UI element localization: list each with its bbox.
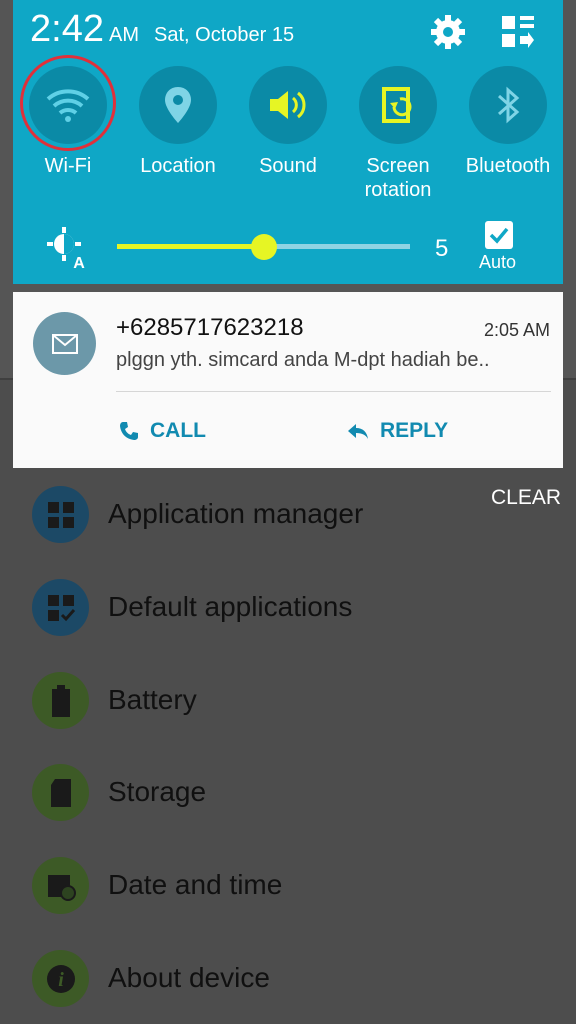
location-pin-icon xyxy=(139,66,217,144)
settings-item-default-applications[interactable]: Default applications xyxy=(0,563,576,653)
highlight-ring xyxy=(20,55,116,151)
settings-item-about-device[interactable]: i About device xyxy=(0,934,576,1024)
default-apps-icon xyxy=(32,579,89,636)
bluetooth-icon xyxy=(469,66,547,144)
quick-toggle-label: Sound xyxy=(259,155,317,177)
quick-toggle-bluetooth[interactable]: Bluetooth xyxy=(453,66,563,178)
status-time: 2:42 xyxy=(30,8,104,50)
notification-message: plggn yth. simcard anda M-dpt hadiah be.… xyxy=(116,349,490,371)
svg-text:A: A xyxy=(73,255,85,270)
quick-toggle-label: Location xyxy=(140,155,216,177)
settings-item-storage[interactable]: Storage xyxy=(0,748,576,838)
phone-icon xyxy=(120,422,138,440)
quick-toggle-location[interactable]: Location xyxy=(123,66,233,178)
settings-item-battery[interactable]: Battery xyxy=(0,656,576,746)
quick-toggle-label: Wi-Fi xyxy=(44,155,92,177)
sms-notification-card[interactable]: +6285717623218 2:05 AM plggn yth. simcar… xyxy=(13,292,563,468)
status-date: Sat, October 15 xyxy=(154,24,295,46)
call-button[interactable]: CALL xyxy=(118,419,206,443)
settings-item-label: About device xyxy=(108,962,270,993)
edit-grid-icon[interactable] xyxy=(498,12,538,52)
reply-button[interactable]: REPLY xyxy=(346,419,448,443)
quick-toggle-sound[interactable]: Sound xyxy=(233,66,343,178)
settings-gear-icon[interactable] xyxy=(428,12,468,52)
sd-card-icon xyxy=(32,764,89,821)
quick-toggle-label: Screen rotation xyxy=(364,155,432,201)
settings-item-application-manager[interactable]: Application manager xyxy=(0,470,576,560)
notification-divider xyxy=(116,391,551,392)
reply-button-label: REPLY xyxy=(380,419,449,442)
settings-item-label: Date and time xyxy=(108,869,283,900)
message-envelope-icon xyxy=(33,312,96,375)
notification-time: 2:05 AM xyxy=(483,320,550,340)
battery-icon xyxy=(32,672,89,729)
settings-item-label: Battery xyxy=(108,684,197,715)
reply-arrow-icon xyxy=(348,424,368,439)
settings-item-label: Application manager xyxy=(108,498,364,529)
brightness-auto-icon: A xyxy=(46,226,90,275)
status-ampm: AM xyxy=(109,24,139,46)
quick-toggle-screen-rotation[interactable]: Screen rotation xyxy=(343,66,453,202)
speaker-icon xyxy=(249,66,327,144)
clear-notifications-button[interactable]: CLEAR xyxy=(491,486,561,510)
settings-item-date-and-time[interactable]: Date and time xyxy=(0,841,576,931)
brightness-slider[interactable] xyxy=(117,234,410,260)
brightness-slider-fill xyxy=(117,244,264,249)
settings-item-label: Default applications xyxy=(108,591,353,622)
call-button-label: CALL xyxy=(150,419,206,442)
checkmark-icon xyxy=(489,227,509,244)
calendar-clock-icon xyxy=(32,857,89,914)
brightness-value: 5 xyxy=(435,235,449,262)
notification-sender: +6285717623218 xyxy=(116,314,304,341)
quick-settings-panel: 2:42 AM Sat, October 15 Wi-Fi Location S… xyxy=(13,0,563,284)
settings-item-label: Storage xyxy=(108,776,207,807)
auto-brightness-label: Auto xyxy=(479,252,517,272)
quick-toggle-label: Bluetooth xyxy=(465,155,551,177)
auto-brightness-checkbox[interactable] xyxy=(485,221,513,249)
info-icon: i xyxy=(32,950,89,1007)
brightness-slider-handle[interactable] xyxy=(250,234,277,260)
rotation-icon xyxy=(359,66,437,144)
app-grid-icon xyxy=(32,486,89,543)
svg-text:i: i xyxy=(58,969,64,991)
